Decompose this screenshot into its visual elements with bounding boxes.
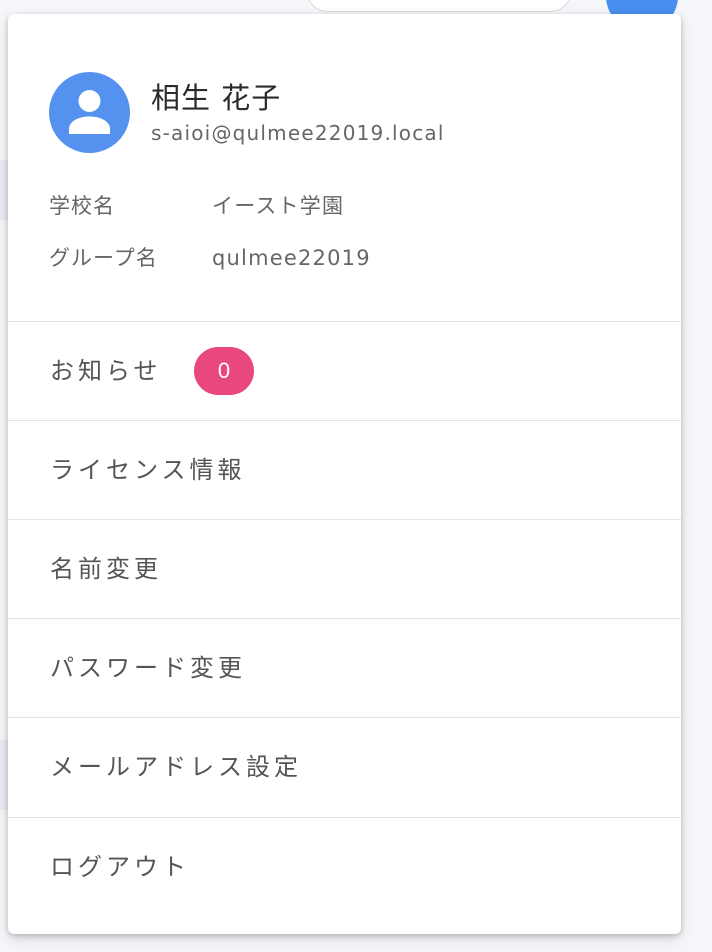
user-email: s-aioi@qulmee22019.local: [151, 121, 445, 145]
menu-item-label: ライセンス情報: [50, 456, 246, 484]
menu-item-change-password[interactable]: パスワード変更: [8, 618, 681, 717]
menu-item-email-settings[interactable]: メールアドレス設定: [8, 717, 681, 816]
menu-item-label: パスワード変更: [50, 654, 246, 682]
menu-item-logout[interactable]: ログアウト: [8, 817, 681, 916]
profile-section: 相生 花子 s-aioi@qulmee22019.local 学校名 イースト学…: [8, 14, 681, 321]
menu-item-label: メールアドレス設定: [50, 753, 302, 781]
group-value: qulmee22019: [212, 246, 371, 270]
menu-item-notifications[interactable]: お知らせ 0: [8, 321, 681, 420]
menu-item-label: お知らせ: [50, 357, 162, 385]
school-row: 学校名 イースト学園: [49, 191, 649, 221]
menu-item-label: ログアウト: [50, 853, 190, 881]
group-label: グループ名: [49, 246, 158, 270]
school-value: イースト学園: [212, 194, 345, 218]
notification-count-badge: 0: [194, 347, 254, 395]
background-search-box: [307, 0, 571, 12]
school-label: 学校名: [49, 194, 115, 218]
user-avatar: [49, 72, 130, 153]
menu-item-change-name[interactable]: 名前変更: [8, 519, 681, 618]
menu-item-license[interactable]: ライセンス情報: [8, 420, 681, 519]
menu-item-label: 名前変更: [50, 555, 162, 583]
user-name: 相生 花子: [151, 81, 282, 115]
group-row: グループ名 qulmee22019: [49, 243, 649, 273]
account-menu: 相生 花子 s-aioi@qulmee22019.local 学校名 イースト学…: [8, 14, 681, 934]
